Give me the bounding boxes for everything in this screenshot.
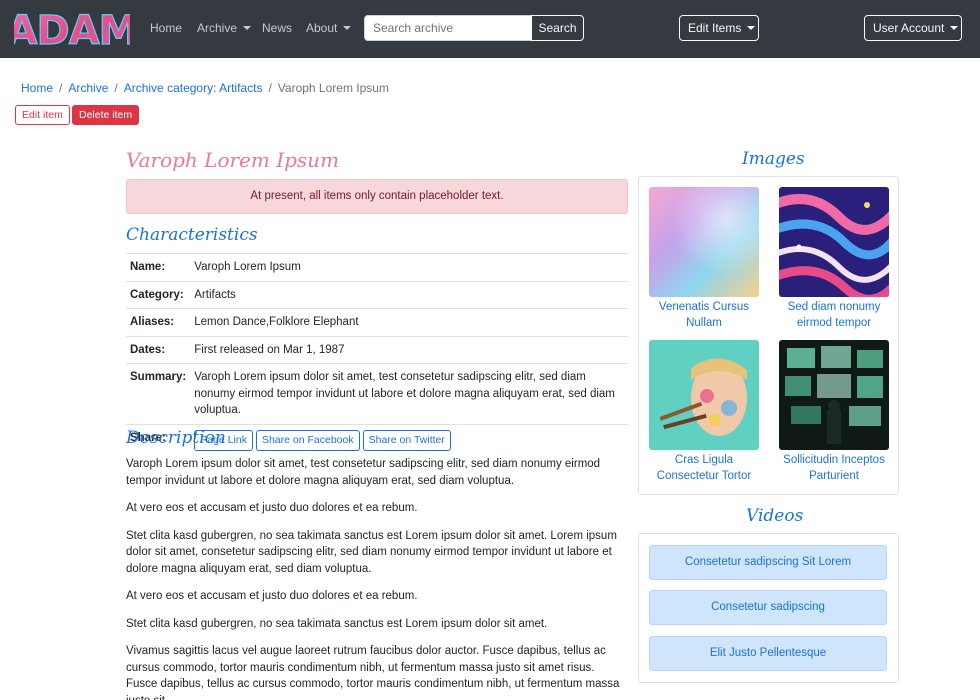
description-heading: Description xyxy=(126,428,226,448)
breadcrumb-home[interactable]: Home xyxy=(21,81,53,95)
row-key: Name: xyxy=(126,253,191,281)
user-account-dropdown[interactable]: User Account xyxy=(864,15,962,41)
table-row: Category: Artifacts xyxy=(126,280,628,309)
table-row: Name: Varoph Lorem Ipsum xyxy=(126,253,628,281)
videos-heading: Videos xyxy=(746,506,804,526)
user-account-label: User Account xyxy=(873,21,945,35)
description-paragraph: At vero eos et accusam et justo duo dolo… xyxy=(126,502,418,514)
videos-list: Consetetur sadipscing Sit Lorem Consetet… xyxy=(638,533,899,683)
description-body: Varoph Lorem ipsum dolor sit amet, test … xyxy=(126,456,628,700)
row-value: Varoph Lorem ipsum dolor sit amet, test … xyxy=(190,363,628,424)
chevron-down-icon xyxy=(747,26,756,30)
row-value: Varoph Lorem Ipsum xyxy=(190,253,628,281)
description-paragraph: Vivamus sagittis lacus vel augue laoreet… xyxy=(126,645,620,700)
table-row: Dates: First released on Mar 1, 1987 xyxy=(126,335,628,364)
image-card[interactable]: Cras Ligula Consectetur Tortor xyxy=(649,340,759,484)
top-navbar: ADAM Home Archive News About Search Edit… xyxy=(0,0,980,58)
edit-items-dropdown[interactable]: Edit Items xyxy=(679,15,759,41)
pastel-gradient-image[interactable] xyxy=(649,187,759,297)
nav-home[interactable]: Home xyxy=(150,21,182,35)
row-value: First released on Mar 1, 1987 xyxy=(190,335,628,364)
chevron-down-icon xyxy=(950,26,959,30)
image-card[interactable]: Sollicitudin Inceptos Parturient xyxy=(779,340,889,484)
breadcrumb-current: Varoph Lorem Ipsum xyxy=(277,81,389,95)
chevron-down-icon xyxy=(343,26,352,30)
search-input[interactable] xyxy=(364,15,532,41)
nav-archive-dropdown[interactable]: Archive xyxy=(197,21,252,35)
breadcrumb-category[interactable]: Archive category: Artifacts xyxy=(124,81,263,95)
description-paragraph: Stet clita kasd gubergren, no sea takima… xyxy=(126,617,548,630)
nav-about-dropdown[interactable]: About xyxy=(306,21,352,35)
breadcrumb: Home / Archive / Archive category: Artifacts… xyxy=(21,81,389,95)
characteristics-table: Name: Varoph Lorem Ipsum Category: Artif… xyxy=(126,253,628,456)
row-key: Aliases: xyxy=(126,308,191,336)
chevron-down-icon xyxy=(243,26,252,30)
image-caption[interactable]: Sed diam nonumy eirmod tempor xyxy=(779,299,889,331)
row-value: Lemon Dance,Folklore Elephant xyxy=(190,308,628,336)
row-key: Category: xyxy=(126,280,191,309)
delete-item-button[interactable]: Delete item xyxy=(72,105,140,125)
share-buttons: Page Link Share on Facebook Share on Twitt… xyxy=(190,423,628,456)
table-row: Aliases: Lemon Dance,Folklore Elephant xyxy=(126,308,628,336)
characteristics-heading: Characteristics xyxy=(126,225,258,245)
share-twitter-button[interactable]: Share on Twitter xyxy=(362,429,451,451)
nav-news[interactable]: News xyxy=(262,21,292,35)
breadcrumb-separator: / xyxy=(114,81,118,95)
video-link[interactable]: Elit Justo Pellentesque xyxy=(649,636,887,671)
image-caption[interactable]: Cras Ligula Consectetur Tortor xyxy=(649,452,759,484)
search-button[interactable]: Search xyxy=(531,15,584,41)
nav-archive-label: Archive xyxy=(197,21,238,35)
page-title: Varoph Lorem Ipsum xyxy=(126,148,340,172)
edit-item-button[interactable]: Edit item xyxy=(15,105,70,125)
edit-items-label: Edit Items xyxy=(688,21,742,35)
placeholder-alert: At present, all items only contain place… xyxy=(126,179,628,214)
row-key: Summary: xyxy=(126,363,191,424)
table-row: Summary: Varoph Lorem ipsum dolor sit am… xyxy=(126,363,628,424)
nav-about-label: About xyxy=(306,21,338,35)
image-caption[interactable]: Venenatis Cursus Nullam xyxy=(649,299,759,331)
breadcrumb-archive[interactable]: Archive xyxy=(68,81,108,95)
breadcrumb-separator: / xyxy=(59,81,63,95)
description-paragraph: Varoph Lorem ipsum dolor sit amet, test … xyxy=(126,458,601,487)
images-gallery: Venenatis Cursus Nullam Sed diam nonumy … xyxy=(638,176,899,495)
row-value: Artifacts xyxy=(190,280,628,309)
row-key: Dates: xyxy=(126,335,191,364)
video-link[interactable]: Consetetur sadipscing xyxy=(649,590,887,625)
description-paragraph: Stet clita kasd gubergren, no sea takima… xyxy=(126,529,617,575)
video-link[interactable]: Consetetur sadipscing Sit Lorem xyxy=(649,545,887,580)
site-logo[interactable]: ADAM xyxy=(14,6,130,52)
painted-face-image[interactable] xyxy=(649,340,759,450)
image-caption[interactable]: Sollicitudin Inceptos Parturient xyxy=(779,452,889,484)
image-card[interactable]: Sed diam nonumy eirmod tempor xyxy=(779,187,889,331)
monitors-room-image[interactable] xyxy=(779,340,889,450)
description-paragraph: At vero eos et accusam et justo duo dolo… xyxy=(126,590,418,602)
image-card[interactable]: Venenatis Cursus Nullam xyxy=(649,187,759,331)
logo-text: ADAM xyxy=(14,8,130,52)
images-heading: Images xyxy=(742,149,805,169)
share-facebook-button[interactable]: Share on Facebook xyxy=(255,429,360,451)
breadcrumb-separator: / xyxy=(268,81,272,95)
swirl-paint-image[interactable] xyxy=(779,187,889,297)
